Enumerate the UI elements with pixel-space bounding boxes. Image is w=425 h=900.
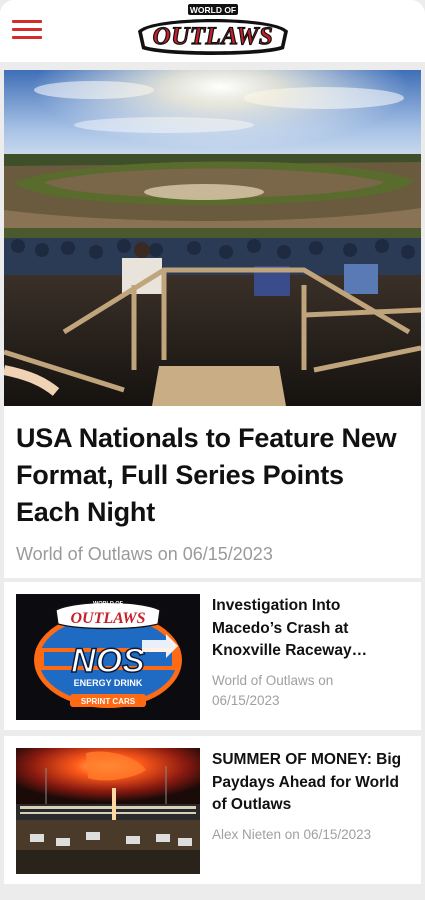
app-header: WORLD OF OUTLAWS <box>0 0 425 62</box>
svg-text:WORLD OF: WORLD OF <box>190 5 236 15</box>
svg-text:OUTLAWS: OUTLAWS <box>153 23 274 50</box>
article-thumbnail[interactable]: NOS ENERGY DRINK SPRINT CARS WORLD OF OU… <box>16 594 200 720</box>
article-meta: World of Outlaws on 06/15/2023 <box>212 671 412 711</box>
svg-text:WORLD OF: WORLD OF <box>93 601 124 607</box>
article-list-item[interactable]: NOS ENERGY DRINK SPRINT CARS WORLD OF OU… <box>4 582 421 730</box>
article-title[interactable]: Investigation Into Macedo’s Crash at Kno… <box>212 595 412 663</box>
svg-text:ENERGY DRINK: ENERGY DRINK <box>74 678 143 688</box>
featured-article-card[interactable]: USA Nationals to Feature New Format, Ful… <box>4 70 421 578</box>
featured-article-meta: World of Outlaws on 06/15/2023 <box>16 544 273 564</box>
svg-text:SPRINT CARS: SPRINT CARS <box>81 697 136 706</box>
article-title[interactable]: SUMMER OF MONEY: Big Paydays Ahead for W… <box>212 749 412 817</box>
article-thumbnail[interactable] <box>16 748 200 874</box>
article-date: 06/15/2023 <box>212 693 280 708</box>
svg-text:OUTLAWS: OUTLAWS <box>71 610 146 627</box>
hamburger-menu-icon[interactable] <box>12 18 44 42</box>
article-meta: Alex Nieten on 06/15/2023 <box>212 827 372 842</box>
article-author: World of Outlaws on <box>212 673 334 688</box>
article-list-item[interactable]: SUMMER OF MONEY: Big Paydays Ahead for W… <box>4 736 421 884</box>
svg-text:NOS: NOS <box>71 642 145 680</box>
featured-article-image[interactable] <box>4 70 421 406</box>
world-of-outlaws-logo[interactable]: WORLD OF OUTLAWS <box>132 3 294 57</box>
featured-article-title[interactable]: USA Nationals to Feature New Format, Ful… <box>16 420 411 531</box>
